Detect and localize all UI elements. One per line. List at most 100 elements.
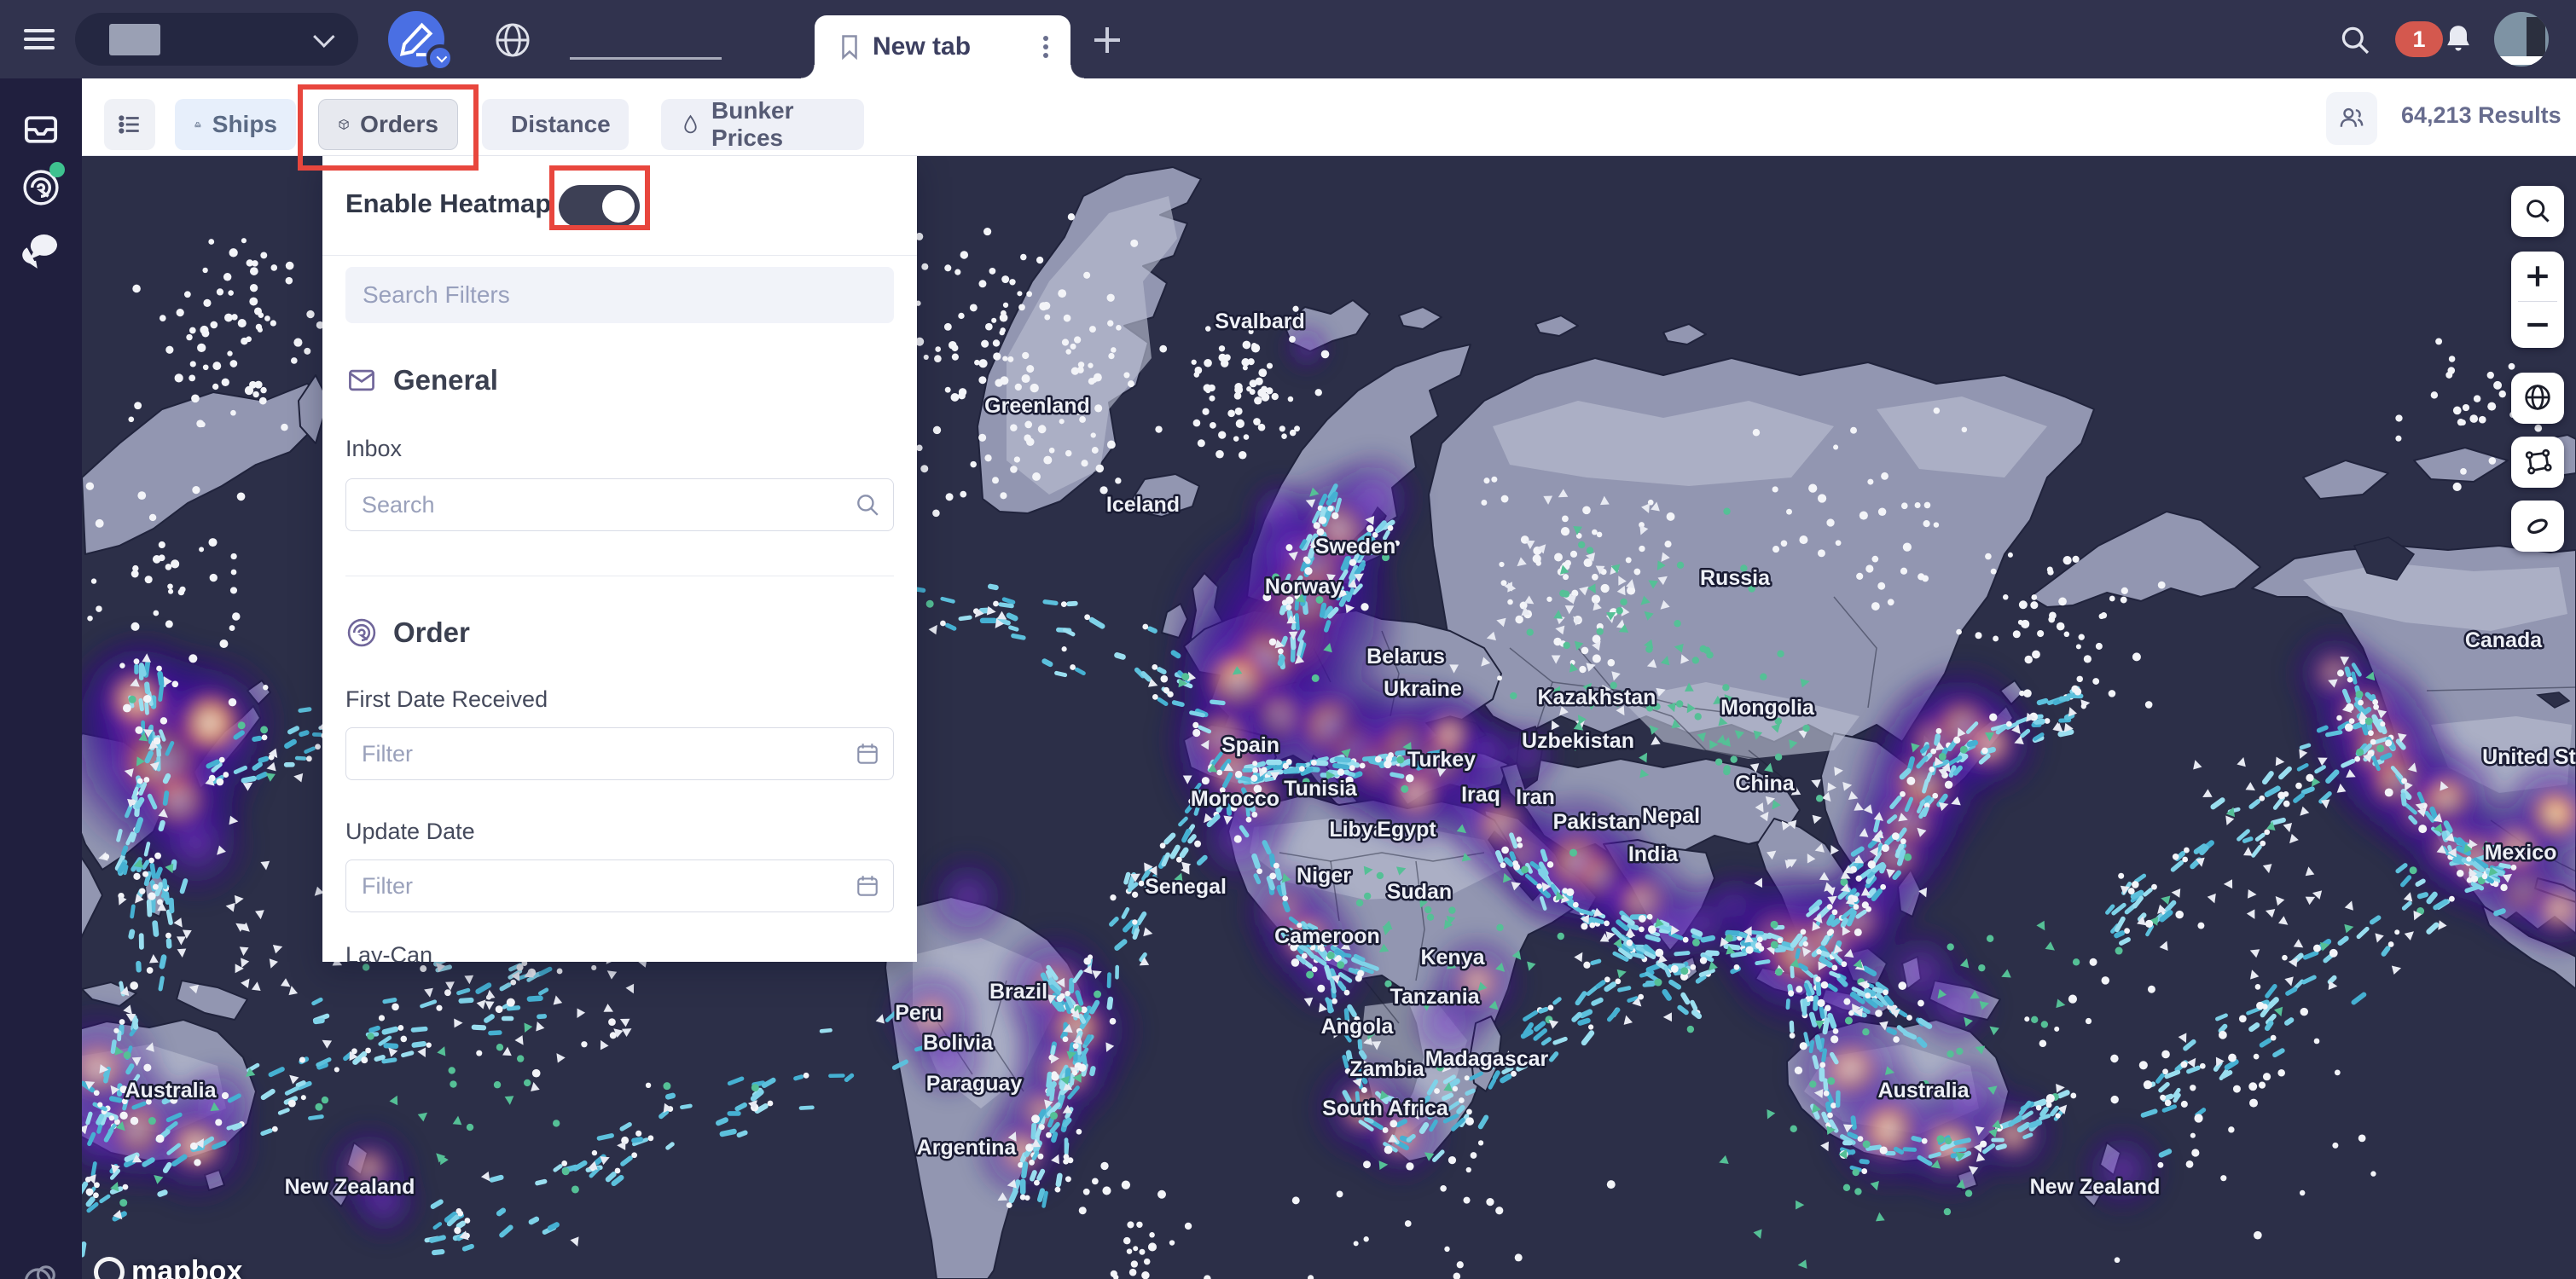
language-globe-button[interactable] (493, 20, 532, 60)
svg-text:Turkey: Turkey (1407, 748, 1476, 772)
panel-header: Enable Heatmap (322, 156, 917, 256)
lasso-icon (2523, 511, 2552, 540)
chevron-down-icon (313, 26, 334, 47)
svg-text:Mexico: Mexico (2485, 841, 2557, 865)
order-spiral-icon (345, 616, 378, 649)
svg-text:Uzbekistan: Uzbekistan (1522, 729, 1634, 753)
svg-text:Mongolia: Mongolia (1720, 696, 1815, 720)
chevron-down-icon (436, 51, 447, 62)
tab-title: New tab (873, 32, 971, 61)
plus-icon (2525, 263, 2550, 289)
svg-text:Iran: Iran (1516, 785, 1555, 809)
list-icon (117, 112, 142, 137)
svg-text:Norway: Norway (1265, 575, 1342, 599)
svg-text:Sweden: Sweden (1315, 535, 1395, 558)
globe-view-button[interactable] (2511, 373, 2564, 422)
results-people-button[interactable] (2326, 92, 2377, 145)
notification-badge[interactable]: 1 (2395, 21, 2443, 57)
compose-dropdown-badge[interactable] (426, 44, 454, 72)
filter-panel: Enable Heatmap General Inbox Order First… (322, 156, 917, 962)
svg-text:Cameroon: Cameroon (1274, 924, 1380, 948)
chat-icon (20, 229, 61, 269)
globe-icon (493, 20, 532, 60)
svg-text:Sudan: Sudan (1387, 880, 1452, 904)
svg-text:Nepal: Nepal (1642, 804, 1700, 828)
inbox-label: Inbox (345, 436, 402, 462)
mapbox-logo-icon (94, 1257, 125, 1279)
heatmap-toggle[interactable] (559, 185, 640, 228)
lasso-select-button[interactable] (2511, 501, 2564, 550)
first-date-received-input[interactable] (345, 727, 894, 780)
tab-menu-button[interactable] (1043, 32, 1052, 61)
tab-bunker-prices[interactable]: Bunker Prices (661, 99, 864, 150)
left-sidebar (0, 78, 82, 1279)
svg-text:Australia: Australia (125, 1079, 218, 1102)
search-button[interactable] (2339, 24, 2371, 56)
droplet-icon (680, 112, 701, 137)
laycan-label: Lay-Can (345, 942, 432, 962)
hamburger-menu-button[interactable] (24, 24, 58, 55)
map-zoom-control (2511, 252, 2564, 348)
tab-distance-label: Distance (511, 111, 611, 138)
svg-text:Bolivia: Bolivia (923, 1031, 994, 1055)
svg-text:United States: United States (2482, 745, 2576, 769)
inbox-icon (20, 109, 61, 150)
status-dot (49, 162, 65, 177)
search-icon (2524, 197, 2551, 224)
svg-text:Iceland: Iceland (1106, 493, 1180, 517)
update-date-input[interactable] (345, 859, 894, 912)
map-search-button[interactable] (2511, 186, 2564, 235)
package-icon (338, 111, 350, 138)
zoom-in-button[interactable] (2511, 252, 2564, 301)
svg-text:Kazakhstan: Kazakhstan (1538, 686, 1656, 709)
svg-text:Greenland: Greenland (984, 394, 1090, 418)
sidebar-item-orders[interactable] (20, 167, 61, 208)
people-icon (2337, 104, 2366, 133)
new-tab-button[interactable] (1094, 27, 1120, 53)
svg-text:Brazil: Brazil (989, 980, 1047, 1004)
mapbox-wordmark: mapbox (131, 1255, 242, 1279)
polygon-select-button[interactable] (2511, 437, 2564, 486)
org-logo (109, 24, 160, 55)
tab-orders[interactable]: Orders (318, 99, 458, 150)
avatar-strip (2498, 56, 2545, 65)
topbar: New tab 1 (0, 0, 2576, 78)
bell-icon[interactable] (2441, 22, 2475, 56)
svg-text:Argentina: Argentina (917, 1136, 1018, 1160)
svg-text:Angola: Angola (1321, 1015, 1395, 1039)
svg-text:Kenya: Kenya (1420, 946, 1485, 969)
sidebar-item-help[interactable] (20, 1260, 61, 1279)
svg-text:Spain: Spain (1221, 733, 1279, 757)
svg-text:Canada: Canada (2465, 628, 2543, 652)
minus-icon (2525, 312, 2550, 338)
tab-ships[interactable]: Ships (175, 99, 296, 150)
svg-text:Svalbard: Svalbard (1215, 310, 1305, 333)
sidebar-item-chat[interactable] (20, 229, 61, 269)
svg-text:Peru: Peru (895, 1001, 943, 1025)
svg-text:South Africa: South Africa (1322, 1097, 1449, 1120)
svg-text:Zambia: Zambia (1349, 1057, 1425, 1081)
inbox-search-input[interactable] (345, 478, 894, 531)
svg-text:Australia: Australia (1878, 1079, 1970, 1102)
svg-text:Madagascar: Madagascar (1425, 1047, 1549, 1071)
zoom-out-button[interactable] (2511, 302, 2564, 348)
map-attribution: mapbox (94, 1255, 242, 1279)
org-switcher-dropdown[interactable] (75, 13, 358, 66)
browser-tab[interactable]: New tab (815, 15, 1070, 78)
general-section-heading: General (345, 364, 498, 396)
layers-list-button[interactable] (104, 99, 155, 150)
ship-icon (194, 111, 202, 138)
search-filters-input[interactable] (345, 267, 894, 323)
results-count: 64,213 Results (2401, 102, 2561, 129)
sidebar-item-inbox[interactable] (20, 109, 61, 150)
envelope-icon (345, 364, 378, 396)
update-date-label: Update Date (345, 819, 475, 845)
user-avatar[interactable] (2494, 12, 2549, 67)
polygon-select-icon (2523, 447, 2552, 476)
svg-text:India: India (1628, 842, 1679, 866)
avatar-redaction (2527, 17, 2545, 60)
map-lasso-control (2511, 501, 2564, 552)
app-root: GreenlandSvalbardIcelandNorwaySwedenRuss… (0, 0, 2576, 1279)
order-section-title: Order (393, 616, 470, 649)
tab-distance[interactable]: Distance (482, 99, 629, 150)
